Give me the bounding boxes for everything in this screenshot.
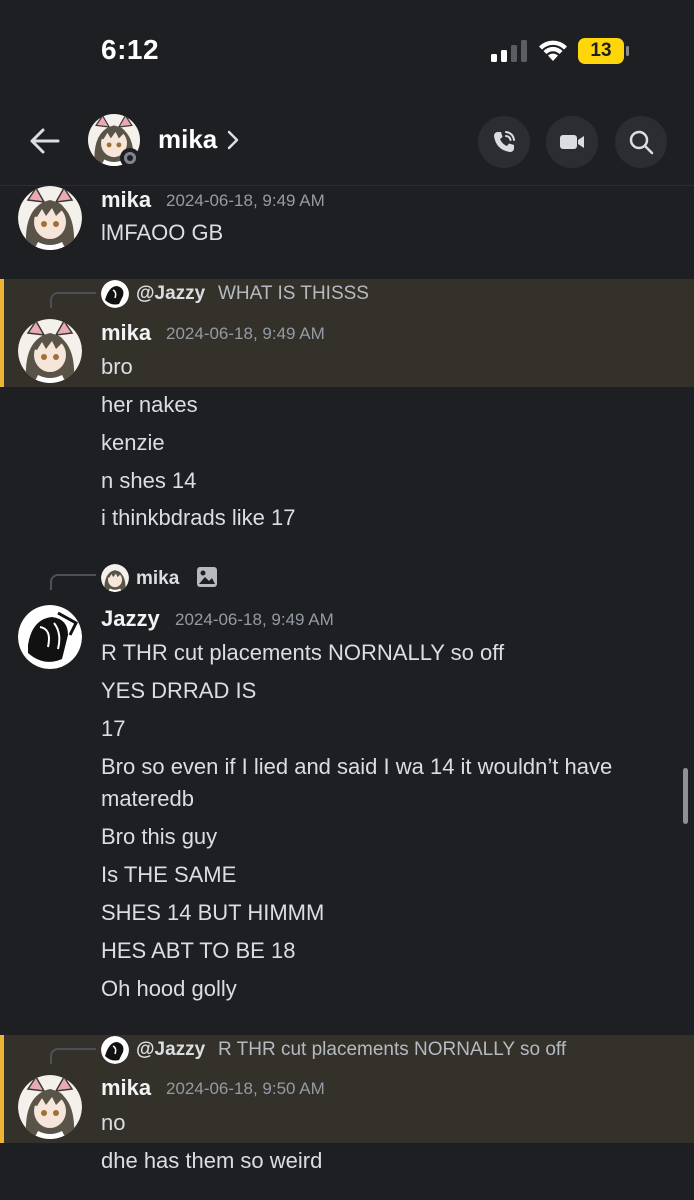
message-text: Oh hood golly bbox=[101, 976, 237, 1001]
message-text: n shes 14 bbox=[101, 468, 197, 493]
cellular-signal-icon bbox=[491, 40, 527, 62]
battery-level: 13 bbox=[590, 40, 612, 61]
message-timestamp: 2024-06-18, 9:49 AM bbox=[175, 610, 334, 629]
message-text: Bro so even if I lied and said I wa 14 i… bbox=[101, 754, 613, 779]
message-text: kenzie bbox=[101, 430, 165, 455]
message-text: HES ABT TO BE 18 bbox=[101, 938, 296, 963]
reply-author[interactable]: @Jazzy bbox=[136, 1039, 205, 1061]
message-text: SHES 14 BUT HIMMM bbox=[101, 900, 325, 925]
reply-author[interactable]: mika bbox=[136, 568, 179, 590]
message-author[interactable]: mika bbox=[101, 1075, 151, 1101]
avatar[interactable] bbox=[101, 564, 129, 592]
wifi-icon bbox=[539, 40, 567, 61]
message-author[interactable]: mika bbox=[101, 320, 151, 346]
avatar[interactable] bbox=[18, 1075, 82, 1139]
message-timestamp: 2024-06-18, 9:49 AM bbox=[166, 324, 325, 343]
search-button[interactable] bbox=[615, 116, 667, 168]
message-text: lMFAOO GB bbox=[101, 220, 224, 245]
image-icon bbox=[197, 567, 217, 587]
message-text: R THR cut placements NORNALLY so off bbox=[101, 640, 505, 665]
back-arrow-icon[interactable] bbox=[28, 124, 62, 158]
clock-time: 6:12 bbox=[101, 34, 160, 65]
avatar[interactable] bbox=[101, 280, 129, 308]
message-text: i thinkbdrads like 17 bbox=[101, 505, 296, 530]
message-list[interactable]: mika 2024-06-18, 9:49 AM lMFAOO GB @Jazz… bbox=[0, 186, 694, 1200]
channel-name[interactable]: mika bbox=[158, 124, 217, 155]
battery-indicator: 13 bbox=[578, 38, 630, 64]
message-text: no bbox=[101, 1110, 126, 1135]
reply-connector bbox=[50, 292, 96, 308]
message-text: her nakes bbox=[101, 392, 198, 417]
search-icon bbox=[629, 130, 654, 155]
message-text: Bro this guy bbox=[101, 824, 218, 849]
message-author[interactable]: Jazzy bbox=[101, 606, 160, 632]
avatar[interactable] bbox=[18, 186, 82, 250]
message-timestamp: 2024-06-18, 9:49 AM bbox=[166, 191, 325, 210]
message-text: materedb bbox=[101, 786, 194, 811]
reply-preview[interactable]: WHAT IS THISSS bbox=[218, 283, 369, 305]
voice-call-button[interactable] bbox=[478, 116, 530, 168]
status-bar: 6:12 13 bbox=[0, 0, 694, 100]
video-call-button[interactable] bbox=[546, 116, 598, 168]
message-text: 17 bbox=[101, 716, 126, 741]
chevron-right-icon[interactable] bbox=[226, 129, 240, 151]
message-text: bro bbox=[101, 354, 133, 379]
reply-preview[interactable]: R THR cut placements NORNALLY so off bbox=[218, 1039, 566, 1061]
phone-call-icon bbox=[494, 131, 515, 152]
reply-connector bbox=[50, 574, 96, 590]
message-timestamp: 2024-06-18, 9:50 AM bbox=[166, 1079, 325, 1098]
avatar[interactable] bbox=[18, 605, 82, 669]
reply-connector bbox=[50, 1048, 96, 1064]
message-text: YES DRRAD IS bbox=[101, 678, 257, 703]
scrollbar[interactable] bbox=[683, 768, 688, 824]
avatar[interactable] bbox=[101, 1036, 129, 1064]
message-text: Is THE SAME bbox=[101, 862, 237, 887]
chat-header: mika bbox=[0, 100, 694, 186]
video-camera-icon bbox=[560, 135, 584, 149]
offline-status-icon bbox=[120, 148, 140, 168]
message-text: dhe has them so weird bbox=[101, 1148, 323, 1173]
message-author[interactable]: mika bbox=[101, 187, 151, 213]
avatar[interactable] bbox=[18, 319, 82, 383]
reply-author[interactable]: @Jazzy bbox=[136, 283, 205, 305]
